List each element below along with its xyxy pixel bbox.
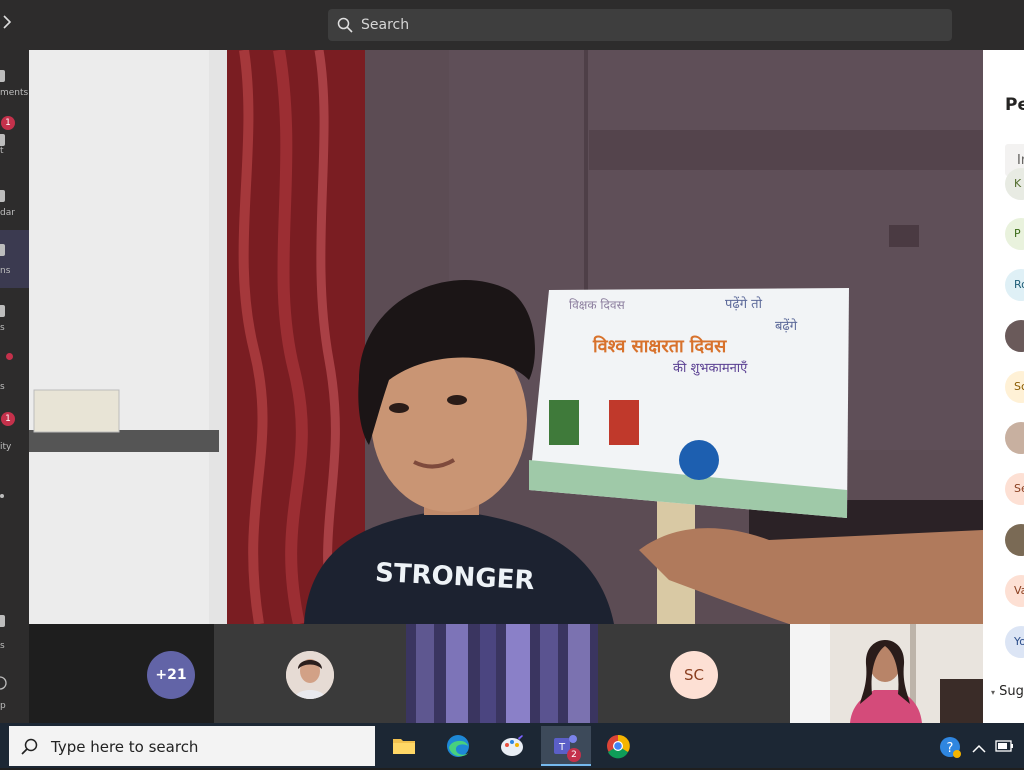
teams-icon	[0, 244, 5, 256]
chevron-right-icon[interactable]	[2, 14, 16, 34]
apps-icon	[0, 615, 5, 627]
rail-item-apps[interactable]: s	[0, 370, 29, 410]
activity-badge: 1	[1, 412, 15, 426]
file-explorer-button[interactable]	[384, 726, 424, 766]
participant-video-frame	[29, 50, 983, 624]
chrome-icon	[607, 734, 630, 759]
participant-avatar[interactable]: Se	[1005, 473, 1024, 505]
taskbar-search-placeholder: Type here to search	[51, 738, 199, 756]
more-participants-tile[interactable]: +21	[29, 624, 214, 723]
participant-avatar[interactable]: K	[1005, 168, 1024, 200]
participant-initials: SC	[670, 651, 718, 699]
search-icon	[21, 738, 39, 760]
self-video-tile[interactable]	[790, 624, 983, 723]
participant-avatar[interactable]: Sc	[1005, 371, 1024, 403]
rail-item-label: p	[0, 701, 6, 711]
more-icon	[0, 494, 4, 498]
rail-item-apps-store[interactable]: s	[0, 615, 29, 655]
more-apps-dots[interactable]	[0, 490, 29, 504]
sign-text-top-right-2: बढ़ेंगे	[775, 319, 798, 334]
participant-avatar[interactable]: Yo	[1005, 626, 1024, 658]
search-icon	[337, 17, 353, 37]
rail-item-label: s	[0, 382, 5, 392]
search-placeholder: Search	[361, 17, 410, 33]
paint-icon	[501, 735, 523, 756]
calendar-icon	[0, 190, 5, 202]
rail-item-teams[interactable]: ns	[0, 230, 29, 288]
chat-badge: 1	[1, 116, 15, 130]
rail-item-label: s	[0, 641, 5, 651]
participant-strip: +21 SC	[29, 624, 983, 723]
files-icon	[0, 305, 5, 317]
rail-item-label: t	[0, 146, 4, 156]
sign-text-top-left: विक्षक दिवस	[569, 298, 625, 312]
participant-tile[interactable]: SC	[598, 624, 790, 723]
battery-icon[interactable]	[995, 738, 1017, 757]
suggestions-header[interactable]: ▾ Sug	[991, 684, 1024, 699]
chevron-down-icon: ▾	[991, 688, 996, 697]
app-rail: ments 1 t dar ns s s 1 ity s p	[0, 50, 29, 723]
chevron-up-icon[interactable]	[972, 739, 986, 758]
more-participants-count: +21	[147, 651, 195, 699]
participant-avatar[interactable]: P	[1005, 218, 1024, 250]
panel-title: Pe	[1005, 95, 1024, 115]
rail-item-label: ity	[0, 442, 12, 452]
avatar	[286, 651, 334, 699]
title-bar: Search	[0, 0, 1024, 50]
participant-tile[interactable]	[214, 624, 406, 723]
sign-text-main: विश्व साक्षरता दिवस	[593, 336, 727, 357]
help-tray-icon[interactable]: ?	[938, 735, 962, 763]
paint-button[interactable]	[492, 726, 532, 766]
people-search-placeholder: In	[1017, 153, 1024, 168]
teams-notification-badge: 2	[567, 748, 581, 762]
search-box[interactable]: Search	[328, 9, 952, 41]
rail-item-assignments[interactable]: ments	[0, 70, 29, 110]
sign-text-top-right: पढ़ेंगे तो	[725, 297, 762, 312]
taskbar-search[interactable]: Type here to search	[9, 726, 375, 766]
chrome-button[interactable]	[598, 726, 638, 766]
teams-icon: T	[554, 735, 577, 754]
sign-text-sub: की शुभकामनाएँ	[673, 361, 748, 376]
folder-icon	[393, 739, 415, 754]
help-icon	[0, 676, 8, 695]
main-video-stage: विक्षक दिवस पढ़ेंगे तो बढ़ेंगे विश्व साक…	[29, 50, 983, 624]
notification-dot	[6, 353, 13, 360]
assignments-icon	[0, 70, 5, 82]
rail-item-label: ments	[0, 88, 29, 98]
rail-item-calendar[interactable]: dar	[0, 190, 29, 230]
svg-text:T: T	[558, 742, 566, 753]
rail-item-help[interactable]: p	[0, 675, 29, 715]
teams-button[interactable]: T 2	[541, 726, 591, 766]
rail-item-activity[interactable]: 1 ity	[0, 412, 29, 452]
chat-icon	[0, 134, 5, 146]
edge-icon	[447, 735, 469, 757]
rail-item-label: dar	[0, 208, 15, 218]
participant-video-tile[interactable]	[406, 624, 598, 723]
participant-avatar[interactable]	[1005, 422, 1024, 454]
participant-avatar[interactable]: Ro	[1005, 269, 1024, 301]
curtain-video	[406, 624, 598, 723]
participant-avatar[interactable]	[1005, 320, 1024, 352]
participant-avatar[interactable]	[1005, 524, 1024, 556]
edge-button[interactable]	[438, 726, 478, 766]
rail-item-files[interactable]: s	[0, 305, 29, 345]
rail-item-label: ns	[0, 266, 11, 276]
self-video	[790, 624, 983, 723]
svg-text:?: ?	[947, 741, 954, 756]
windows-taskbar: Type here to search T 2 ?	[0, 723, 1024, 768]
rail-item-label: s	[0, 323, 5, 333]
rail-item-chat[interactable]: 1 t	[0, 116, 29, 160]
people-panel: Pe In K P Ro Sc Se Va Yo ▾ Sug	[983, 50, 1024, 723]
participant-avatar[interactable]: Va	[1005, 575, 1024, 607]
